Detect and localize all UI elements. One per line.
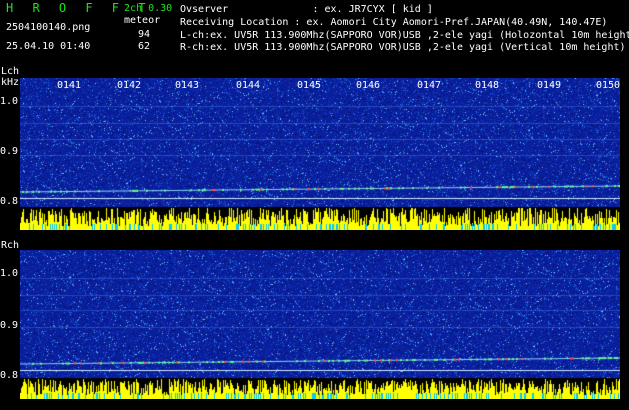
time-tick-label: 0141: [57, 80, 82, 91]
mode-label: meteor: [124, 15, 161, 26]
lch-y-label-0.8: 0.8: [0, 196, 19, 207]
time-tick-label: 0150: [596, 80, 621, 91]
lch-unit: kHz: [1, 77, 20, 88]
rch-y-label-1.0: 1.0: [0, 268, 19, 279]
location-line: Receiving Location : ex. Aomori City Aom…: [180, 17, 608, 28]
time-tick-label: 0148: [475, 80, 500, 91]
rch-label: Rch: [1, 240, 20, 251]
lch-description: L-ch:ex. UV5R 113.900Mhz(SAPPORO VOR)USB…: [180, 30, 629, 41]
time-tick-label: 0149: [537, 80, 562, 91]
filename-label: 2504100140.png: [6, 22, 91, 33]
time-tick-label: 0144: [236, 80, 261, 91]
rch-y-label-0.9: 0.9: [0, 320, 19, 331]
lch-label: Lch: [1, 66, 20, 77]
observer-line: Ovserver : ex. JR7CYX [ kid ]: [180, 4, 433, 15]
rch-count: 62: [138, 41, 151, 52]
lch-count: 94: [138, 29, 151, 40]
time-tick-label: 0143: [175, 80, 200, 91]
time-tick-label: 0147: [417, 80, 442, 91]
lch-y-label-0.9: 0.9: [0, 146, 19, 157]
time-tick-label: 0145: [297, 80, 322, 91]
version-label: 2ch 0.30: [124, 3, 173, 14]
rch-description: R-ch:ex. UV5R 113.900Mhz(SAPPORO VOR)USB…: [180, 42, 626, 53]
datetime-label: 25.04.10 01:40: [6, 41, 91, 52]
lch-y-label-1.0: 1.0: [0, 96, 19, 107]
lch-spectrogram: [20, 78, 620, 230]
time-tick-label: 0146: [356, 80, 381, 91]
time-tick-label: 0142: [117, 80, 142, 91]
rch-spectrogram: [20, 250, 620, 399]
rch-y-label-0.8: 0.8: [0, 370, 19, 381]
